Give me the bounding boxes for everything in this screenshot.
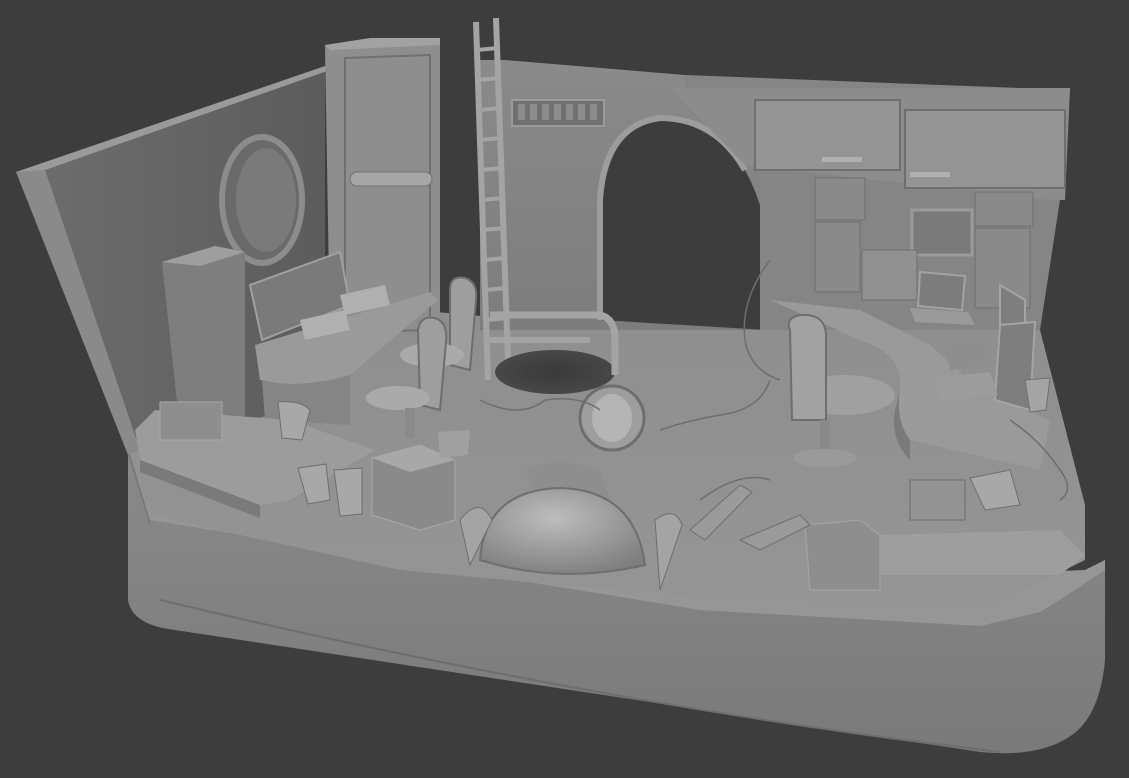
render-viewport (0, 0, 1129, 778)
scene-render (16, 17, 1105, 754)
porthole-window (219, 134, 305, 266)
